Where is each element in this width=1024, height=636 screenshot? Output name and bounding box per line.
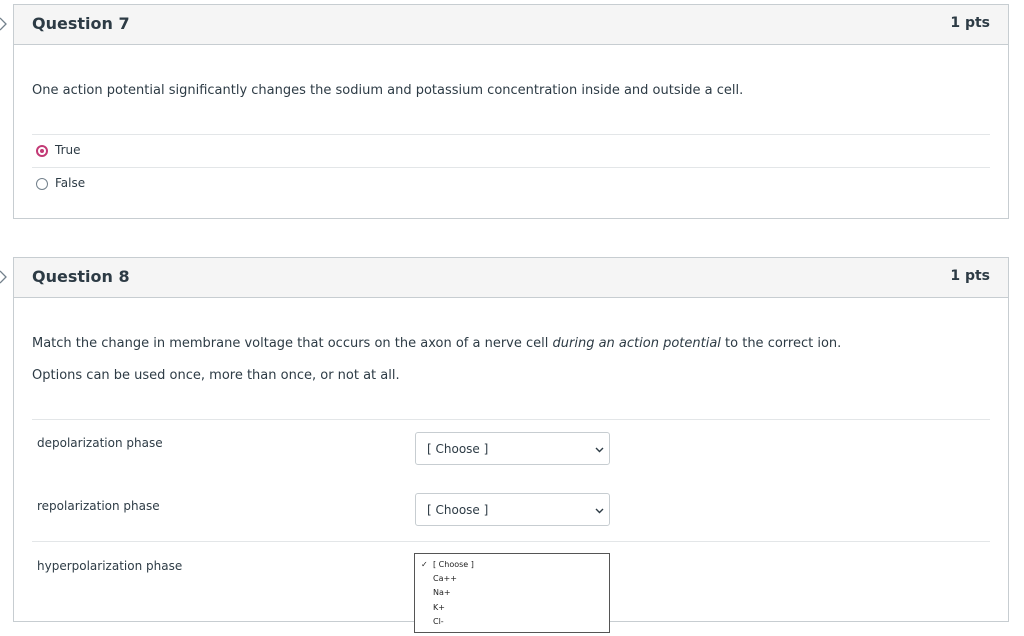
match-label: hyperpolarization phase [37, 559, 183, 573]
checkmark-icon: ✓ [421, 560, 428, 569]
dropdown-option-na[interactable]: Na+ [433, 588, 451, 597]
question-text-end: to the correct ion. [720, 336, 842, 351]
select-value: [ Choose ] [427, 442, 489, 456]
question-points: 1 pts [950, 268, 990, 284]
question-title: Question 8 [32, 267, 130, 286]
question-title: Question 7 [32, 14, 130, 33]
question-text-start: Match the change in membrane voltage tha… [32, 336, 553, 351]
radio-unselected-icon[interactable] [36, 178, 48, 190]
quiz-page: Question 7 1 pts One action potential si… [0, 0, 1024, 636]
chevron-right-icon[interactable] [0, 17, 8, 31]
question-text: One action potential significantly chang… [32, 83, 744, 98]
chevron-down-icon [595, 447, 604, 453]
match-row-depolarization: depolarization phase [ Choose ] [32, 419, 990, 480]
chevron-right-icon[interactable] [0, 270, 8, 284]
question-header: Question 8 1 pts [14, 257, 1008, 298]
match-row-repolarization: repolarization phase [ Choose ] [32, 479, 990, 541]
answer-false[interactable]: False [32, 167, 990, 201]
match-label: depolarization phase [37, 436, 163, 450]
answer-true[interactable]: True [32, 134, 990, 168]
select-value: [ Choose ] [427, 503, 489, 517]
question-text: Match the change in membrane voltage tha… [32, 336, 841, 351]
match-select-hyperpolarization-options[interactable]: ✓ [ Choose ] Ca++ Na+ K+ Cl- [414, 553, 610, 633]
question-points: 1 pts [950, 15, 990, 31]
question-text-emphasis: during an action potential [552, 336, 721, 351]
question-header: Question 7 1 pts [14, 4, 1008, 45]
dropdown-option-choose[interactable]: [ Choose ] [433, 560, 474, 569]
answer-label: False [55, 176, 86, 190]
radio-selected-icon[interactable] [36, 145, 48, 157]
match-label: repolarization phase [37, 499, 160, 513]
match-select-depolarization[interactable]: [ Choose ] [415, 432, 610, 465]
chevron-down-icon [595, 508, 604, 514]
dropdown-option-ca[interactable]: Ca++ [433, 574, 457, 583]
answer-label: True [55, 143, 81, 157]
dropdown-option-k[interactable]: K+ [433, 603, 445, 612]
question-note: Options can be used once, more than once… [32, 368, 400, 383]
dropdown-option-cl[interactable]: Cl- [433, 617, 444, 626]
match-select-repolarization[interactable]: [ Choose ] [415, 493, 610, 526]
question-7: Question 7 1 pts One action potential si… [13, 4, 1009, 219]
